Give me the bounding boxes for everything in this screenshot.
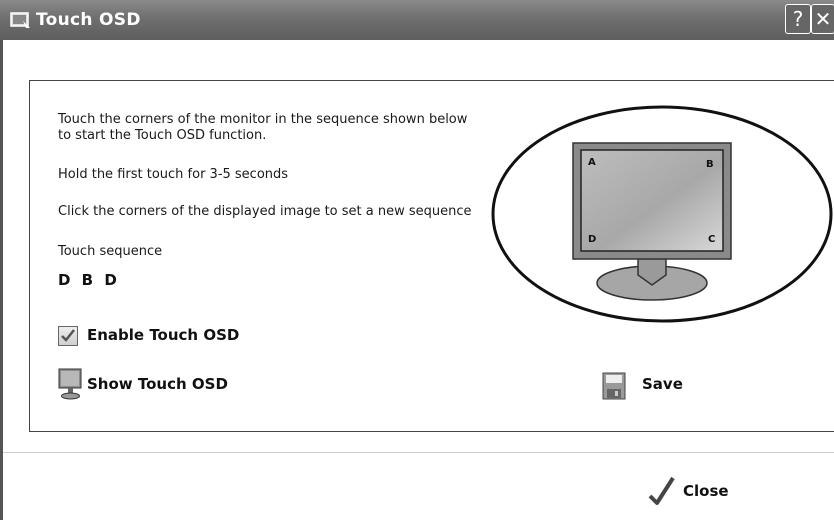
checkmark-icon <box>648 476 675 505</box>
show-touch-osd-button[interactable]: Show Touch OSD <box>58 368 258 402</box>
footer-divider <box>3 452 834 453</box>
touch-osd-dialog: Touch OSD ? ✕ Touch the corners of the m… <box>0 0 834 520</box>
floppy-disk-icon <box>602 372 626 400</box>
touch-sequence-label: Touch sequence <box>58 244 163 259</box>
title-bar[interactable]: Touch OSD ? ✕ <box>0 0 834 40</box>
corner-d-label[interactable]: D <box>588 234 596 245</box>
close-button[interactable]: Close <box>648 476 748 508</box>
corner-a-label[interactable]: A <box>588 157 596 168</box>
window-title: Touch OSD <box>36 10 141 30</box>
hold-instruction: Hold the first touch for 3-5 seconds <box>58 167 289 182</box>
monitor-icon <box>58 368 82 400</box>
instruction-line-1: Touch the corners of the monitor in the … <box>58 112 468 127</box>
close-window-button[interactable]: ✕ <box>811 4 834 34</box>
help-button[interactable]: ? <box>785 4 811 34</box>
monitor-screen[interactable] <box>580 149 724 252</box>
click-instruction: Click the corners of the displayed image… <box>58 204 472 219</box>
checkmark-icon <box>61 329 75 342</box>
enable-touch-osd-checkbox[interactable] <box>58 326 78 346</box>
save-label: Save <box>642 375 683 393</box>
touch-sequence-value: D B D <box>58 271 120 289</box>
enable-touch-osd-label[interactable]: Enable Touch OSD <box>87 326 239 344</box>
corner-c-label[interactable]: C <box>708 234 715 245</box>
save-button[interactable]: Save <box>602 372 702 402</box>
close-label: Close <box>683 482 729 500</box>
instruction-line-2: to start the Touch OSD function. <box>58 128 267 143</box>
corner-b-label[interactable]: B <box>706 159 714 170</box>
monitor-corner-picker[interactable]: A B D C <box>491 105 833 323</box>
touch-osd-app-icon <box>10 12 30 28</box>
show-touch-osd-label: Show Touch OSD <box>87 375 228 393</box>
